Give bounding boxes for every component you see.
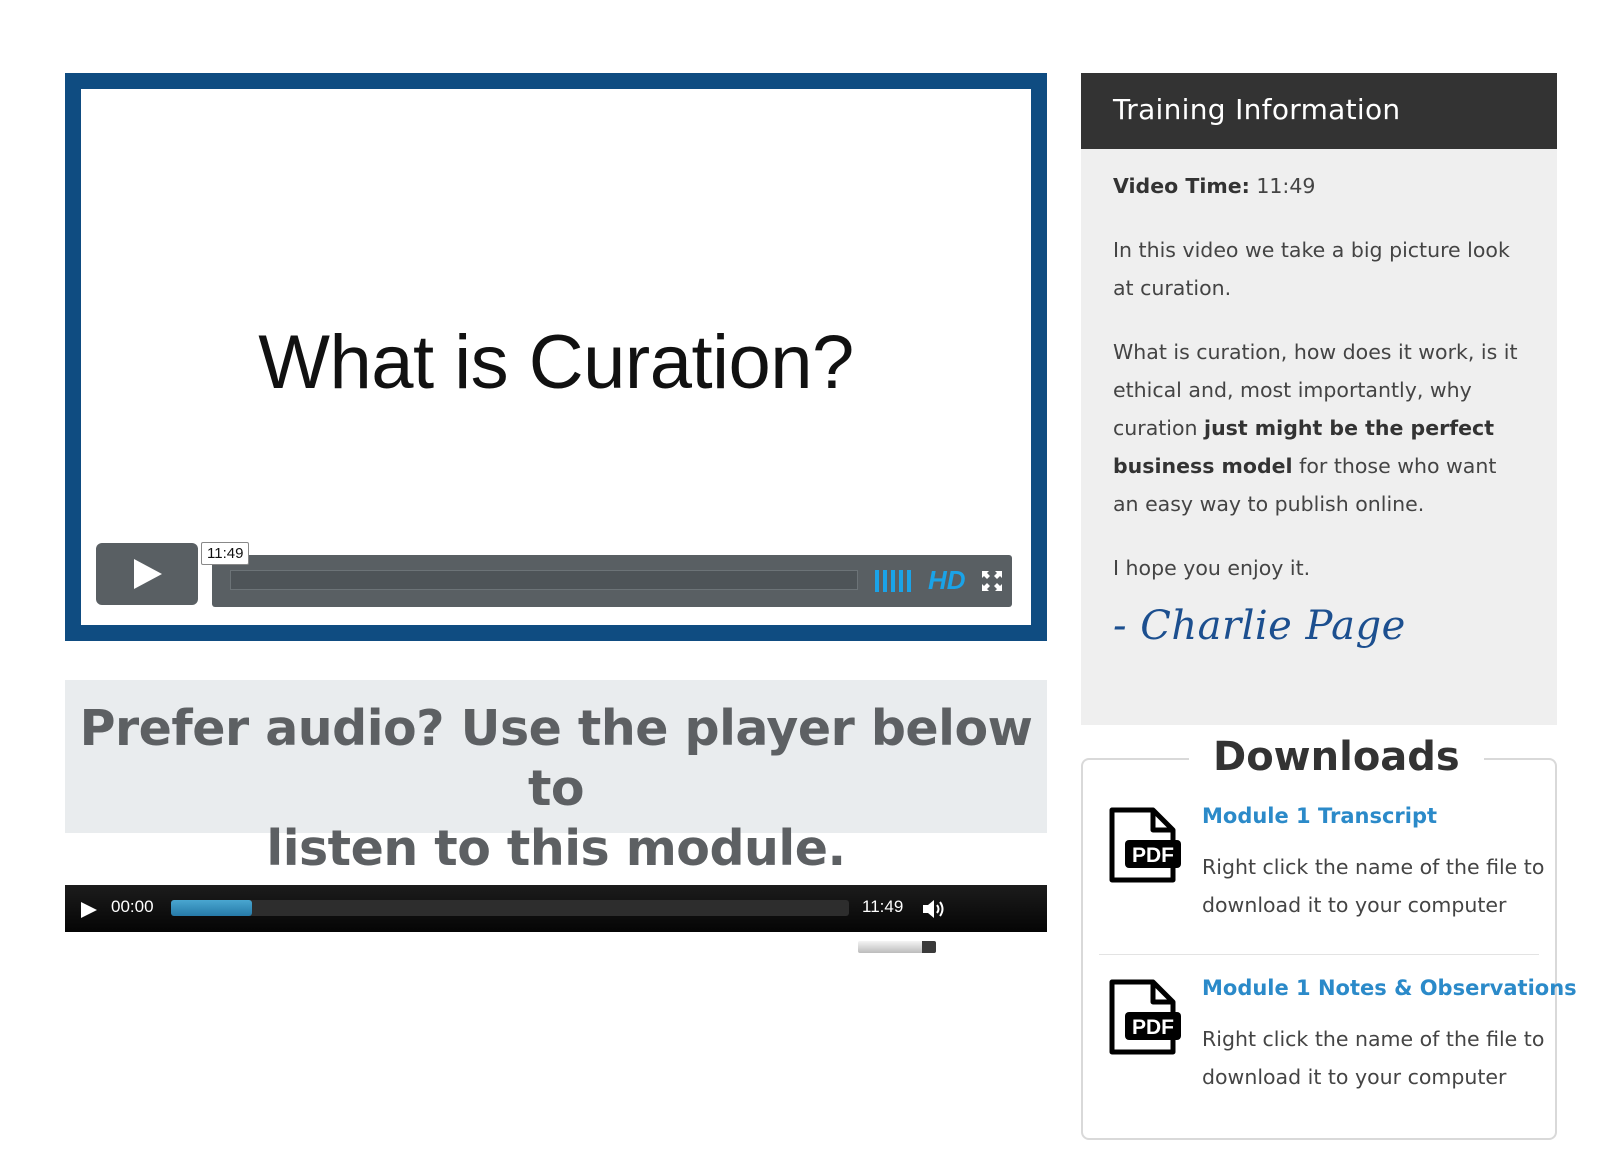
- hd-toggle[interactable]: HD: [928, 565, 966, 596]
- audio-prompt-banner: Prefer audio? Use the player below to li…: [65, 680, 1047, 877]
- training-body: Video Time: 11:49 In this video we take …: [1081, 149, 1557, 649]
- description-paragraph-3: I hope you enjoy it.: [1113, 556, 1311, 580]
- audio-duration: 11:49: [862, 897, 904, 916]
- video-player[interactable]: What is Curation? 11:49 HD: [65, 73, 1047, 641]
- description-paragraph-2: What is curation, how does it work, is i…: [1113, 333, 1525, 523]
- video-screen[interactable]: What is Curation? 11:49 HD: [81, 89, 1031, 625]
- training-information-panel: Training Information Video Time: 11:49 I…: [1081, 73, 1557, 725]
- pdf-file-icon: PDF: [1109, 979, 1181, 1055]
- svg-text:PDF: PDF: [1132, 1016, 1174, 1039]
- divider: [1099, 954, 1539, 955]
- video-play-button[interactable]: [96, 543, 198, 605]
- download-description: Right click the name of the file to down…: [1202, 855, 1545, 917]
- download-item: PDF Module 1 Notes & Observations Right …: [1107, 976, 1577, 1128]
- training-header: Training Information: [1081, 73, 1557, 149]
- audio-current-time: 00:00: [111, 897, 154, 916]
- audio-volume-slider[interactable]: [858, 941, 936, 953]
- video-control-bar: HD: [212, 555, 1012, 607]
- time-tooltip: 11:49: [201, 542, 250, 565]
- audio-loaded-bar: [171, 900, 253, 916]
- video-time-value: 11:49: [1256, 174, 1316, 198]
- description-paragraph-1: In this video we take a big picture look…: [1113, 238, 1510, 300]
- fullscreen-icon[interactable]: [981, 570, 1003, 592]
- audio-prompt-line-2: listen to this module.: [266, 820, 846, 877]
- downloads-panel: Downloads PDF Module 1 Transcript Right …: [1081, 734, 1577, 1140]
- transcript-download-link[interactable]: Module 1 Transcript: [1202, 804, 1437, 828]
- video-time-line: Video Time: 11:49: [1113, 167, 1525, 205]
- download-description: Right click the name of the file to down…: [1202, 1027, 1545, 1089]
- speaker-icon[interactable]: [921, 898, 947, 920]
- downloads-title: Downloads: [1189, 734, 1484, 780]
- play-icon: [134, 559, 162, 589]
- volume-bars-icon[interactable]: [875, 570, 911, 592]
- video-time-label: Video Time:: [1113, 174, 1250, 198]
- download-item: PDF Module 1 Transcript Right click the …: [1107, 804, 1547, 956]
- play-icon[interactable]: [79, 901, 99, 919]
- notes-download-link[interactable]: Module 1 Notes & Observations: [1202, 976, 1577, 1000]
- video-progress-track[interactable]: [230, 570, 858, 590]
- audio-player: 00:00 11:49: [65, 885, 1047, 932]
- audio-progress-track[interactable]: [171, 900, 849, 916]
- volume-slider-handle[interactable]: [921, 941, 936, 953]
- svg-text:PDF: PDF: [1132, 844, 1174, 867]
- author-signature: - Charlie Page: [1113, 603, 1406, 649]
- audio-prompt-line-1: Prefer audio? Use the player below to: [79, 700, 1033, 817]
- pdf-file-icon: PDF: [1109, 807, 1181, 883]
- slide-title: What is Curation?: [258, 320, 854, 405]
